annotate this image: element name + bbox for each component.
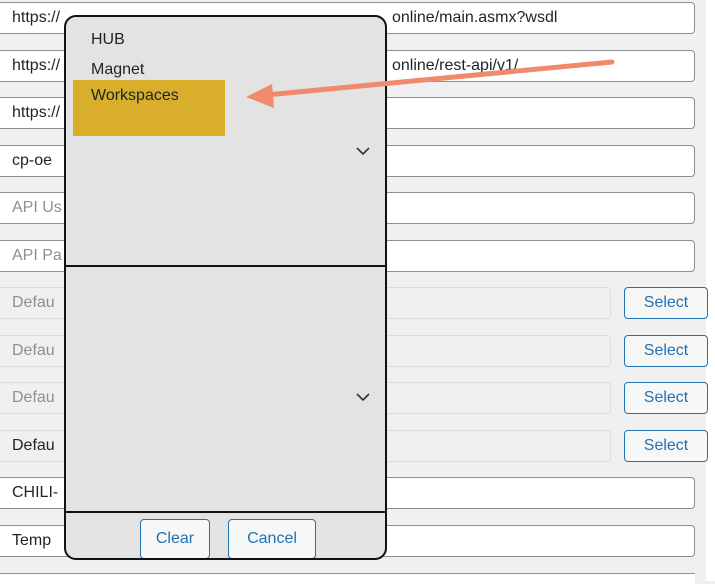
api-password-placeholder: API Pa (12, 247, 62, 264)
clear-button[interactable]: Clear (140, 519, 210, 558)
default-field-4-text: Defau (12, 437, 55, 454)
next-field-edge (0, 573, 695, 584)
option-hub[interactable]: HUB (73, 27, 225, 53)
api-username-placeholder: API Us (12, 199, 62, 216)
url-field-3-text: https:// (12, 104, 61, 121)
default-field-1-text: Defau (12, 294, 55, 311)
default-field-3-text: Defau (12, 389, 55, 406)
wsdl-url-suffix: online/main.asmx?wsdl (392, 9, 558, 26)
wsdl-url-prefix: https:// (12, 9, 61, 26)
select-button-2[interactable]: Select (624, 335, 708, 367)
environment-field-text: cp-oe (12, 152, 53, 169)
cancel-button[interactable]: Cancel (228, 519, 316, 558)
popup-divider-top (66, 265, 385, 267)
chevron-down-icon[interactable] (356, 392, 370, 402)
template-field-text: Temp (12, 532, 52, 549)
select-button-1[interactable]: Select (624, 287, 708, 319)
rest-url-suffix: online/rest-api/v1/ (392, 57, 519, 74)
chili-field-text: CHILI- (12, 484, 59, 501)
select-button-4[interactable]: Select (624, 430, 708, 462)
select-button-3[interactable]: Select (624, 382, 708, 414)
dropdown-popup[interactable]: HUB Magnet Workspaces Clear Cancel (64, 15, 387, 560)
default-field-2-text: Defau (12, 342, 55, 359)
rest-url-prefix: https:// (12, 57, 61, 74)
popup-divider-bottom (66, 511, 385, 513)
chevron-down-icon[interactable] (356, 146, 370, 156)
option-workspaces[interactable]: Workspaces (73, 80, 225, 136)
